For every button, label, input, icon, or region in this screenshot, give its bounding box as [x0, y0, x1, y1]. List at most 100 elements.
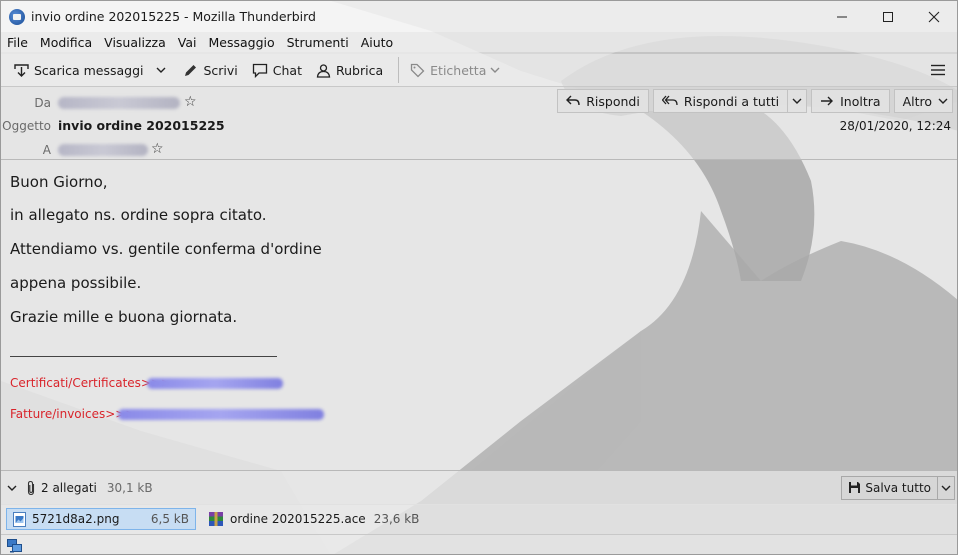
body-line-attachment: in allegato ns. ordine sopra citato. — [10, 206, 267, 224]
forward-button[interactable]: Inoltra — [811, 89, 890, 113]
invoices-label: Fatture/invoices>>> — [10, 407, 136, 421]
message-header: Da ☆ Oggetto invio ordine 202015225 A ☆ … — [1, 87, 957, 160]
pencil-icon — [185, 64, 197, 76]
download-icon — [14, 63, 29, 77]
address-book-label: Rubrica — [336, 62, 384, 78]
signature-divider — [10, 356, 277, 357]
close-icon — [928, 11, 940, 22]
body-line-confirmation: Attendiamo vs. gentile conferma d'ordine — [10, 240, 322, 258]
reply-all-button[interactable]: Rispondi a tutti — [652, 89, 789, 113]
chat-button[interactable]: Chat — [247, 57, 307, 83]
body-line-greeting: Buon Giorno, — [10, 173, 108, 191]
thunderbird-logo-icon — [9, 8, 25, 25]
to-address-redacted[interactable] — [58, 144, 148, 156]
attachment-bar: 2 allegati 30,1 kB Salva tutto — [1, 470, 957, 505]
write-button[interactable]: Scrivi — [178, 57, 242, 83]
header-action-buttons: Rispondi Rispondi a tutti Inoltra Altro — [553, 89, 953, 113]
attachment-size: 6,5 kB — [150, 512, 189, 526]
save-all-split-button: Salva tutto — [841, 475, 955, 500]
attachment-name: ordine 202015225.ace — [230, 512, 366, 526]
attachment-name: 5721d8a2.png — [32, 512, 120, 526]
attachment-total-size: 30,1 kB — [106, 480, 153, 495]
star-icon[interactable]: ☆ — [184, 94, 197, 110]
menu-tools[interactable]: Strumenti — [287, 35, 349, 50]
get-messages-label: Scarica messaggi — [34, 62, 144, 78]
chevron-down-icon — [941, 485, 951, 491]
minimize-icon — [837, 16, 847, 17]
menu-go[interactable]: Vai — [178, 35, 197, 50]
reply-label: Rispondi — [586, 93, 640, 109]
contacts-icon — [316, 63, 331, 78]
attachment-item[interactable]: 5721d8a2.png 6,5 kB — [6, 508, 196, 530]
menu-edit[interactable]: Modifica — [40, 35, 92, 50]
attachment-toggle[interactable] — [7, 483, 17, 493]
save-all-button[interactable]: Salva tutto — [841, 475, 938, 500]
attachment-count[interactable]: 2 allegati — [41, 481, 97, 495]
reply-all-split-button: Rispondi a tutti — [652, 89, 808, 113]
chevron-down-icon — [938, 98, 948, 104]
status-bar — [1, 535, 957, 554]
subject-label: Oggetto — [2, 119, 51, 133]
subject-value: invio ordine 202015225 — [58, 118, 225, 133]
main-toolbar: Scarica messaggi Scrivi Chat Rubrica Eti… — [1, 54, 957, 87]
archive-file-icon — [209, 512, 223, 526]
get-messages-button[interactable]: Scarica messaggi — [9, 57, 148, 83]
thunderbird-window: invio ordine 202015225 - Mozilla Thunder… — [0, 0, 958, 555]
minimize-button[interactable] — [819, 1, 865, 32]
tag-label: Etichetta — [430, 62, 487, 78]
message-date: 28/01/2020, 12:24 — [839, 119, 951, 133]
save-disk-icon — [849, 482, 861, 493]
maximize-button[interactable] — [865, 1, 911, 32]
window-controls — [819, 1, 957, 32]
tag-icon — [410, 63, 425, 77]
from-address-redacted[interactable] — [58, 97, 180, 109]
maximize-icon — [883, 11, 893, 22]
reply-icon — [566, 95, 580, 106]
close-button[interactable] — [911, 1, 957, 32]
chevron-down-icon — [792, 98, 802, 104]
chevron-down-icon — [7, 485, 17, 491]
toolbar-separator — [398, 57, 400, 83]
more-label: Altro — [902, 93, 932, 109]
save-all-label: Salva tutto — [865, 480, 931, 495]
reply-button[interactable]: Rispondi — [557, 89, 649, 113]
body-line-asap: appena possibile. — [10, 274, 142, 292]
menu-bar: File Modifica Visualizza Vai Messaggio S… — [1, 32, 957, 52]
forward-arrow-icon — [821, 96, 834, 106]
attachment-item[interactable]: ordine 202015225.ace 23,6 kB — [202, 508, 425, 530]
window-title: invio ordine 202015225 - Mozilla Thunder… — [31, 9, 316, 24]
chat-bubble-icon — [252, 63, 267, 78]
forward-label: Inoltra — [840, 93, 881, 109]
reply-all-icon — [661, 95, 678, 106]
hamburger-menu-icon — [931, 64, 945, 76]
body-line-thanks: Grazie mille e buona giornata. — [10, 308, 238, 326]
chevron-down-icon — [490, 67, 500, 73]
message-body: Buon Giorno, in allegato ns. ordine sopr… — [1, 160, 957, 469]
to-label: A — [42, 143, 51, 157]
paperclip-icon — [27, 480, 35, 495]
chevron-down-icon — [156, 67, 166, 73]
attachment-size: 23,6 kB — [373, 512, 420, 526]
menu-message[interactable]: Messaggio — [208, 35, 274, 50]
menu-help[interactable]: Aiuto — [361, 35, 394, 50]
get-messages-dropdown[interactable] — [152, 57, 170, 83]
from-label: Da — [34, 96, 51, 110]
menu-view[interactable]: Visualizza — [104, 35, 166, 50]
image-file-icon — [13, 511, 26, 527]
chat-label: Chat — [272, 62, 302, 78]
certificates-link-redacted[interactable] — [147, 378, 283, 389]
attachment-list: 5721d8a2.png 6,5 kB ordine 202015225.ace… — [1, 504, 957, 535]
app-menu-button[interactable] — [931, 64, 945, 76]
online-status-icon[interactable] — [7, 538, 23, 553]
reply-all-dropdown[interactable] — [788, 89, 808, 113]
menu-file[interactable]: File — [7, 35, 28, 50]
save-all-dropdown[interactable] — [938, 475, 955, 500]
star-icon[interactable]: ☆ — [151, 141, 164, 157]
reply-all-label: Rispondi a tutti — [683, 93, 780, 109]
more-button[interactable]: Altro — [893, 89, 953, 113]
title-bar: invio ordine 202015225 - Mozilla Thunder… — [1, 1, 957, 32]
write-label: Scrivi — [203, 62, 238, 78]
address-book-button[interactable]: Rubrica — [311, 57, 388, 83]
tag-button[interactable]: Etichetta — [405, 57, 505, 83]
invoices-link-redacted[interactable] — [118, 409, 324, 420]
